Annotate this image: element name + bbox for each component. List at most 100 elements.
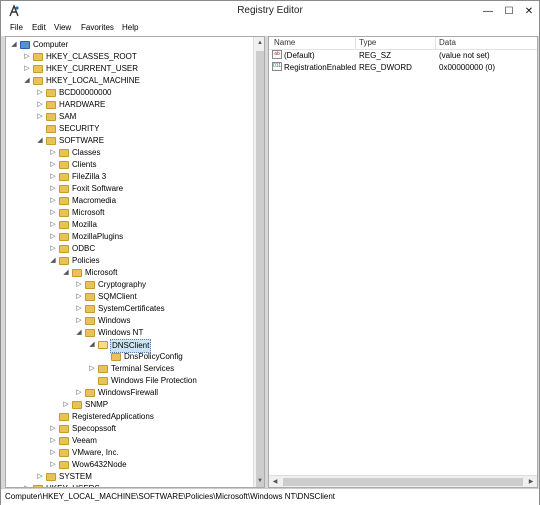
- tree-node[interactable]: ▷ SAM: [6, 111, 252, 123]
- collapse-arrow-icon[interactable]: ◢: [10, 39, 18, 51]
- expand-arrow-icon[interactable]: ▷: [75, 279, 83, 291]
- tree-node[interactable]: ▷ VMware, Inc.: [6, 447, 252, 459]
- expand-arrow-icon[interactable]: ▷: [75, 315, 83, 327]
- menu-file[interactable]: File: [10, 23, 23, 32]
- tree-node[interactable]: ▷ Veeam: [6, 435, 252, 447]
- maximize-button[interactable]: ☐: [499, 1, 519, 21]
- expand-arrow-icon[interactable]: ▷: [75, 387, 83, 399]
- tree-node-label: Cryptography: [98, 280, 147, 289]
- tree-node[interactable]: ▷ Macromedia: [6, 195, 252, 207]
- expand-arrow-icon[interactable]: ▷: [36, 87, 44, 99]
- expand-arrow-icon[interactable]: ▷: [36, 99, 44, 111]
- tree-node[interactable]: ◢ SOFTWARE: [6, 135, 252, 147]
- menu-view[interactable]: View: [54, 23, 71, 32]
- value-row-registrationenabled[interactable]: 011 RegistrationEnabled REG_DWORD 0x0000…: [269, 62, 537, 74]
- collapse-arrow-icon[interactable]: ◢: [23, 75, 31, 87]
- expand-arrow-icon[interactable]: ▷: [49, 159, 57, 171]
- tree-node[interactable]: ◢ Policies: [6, 255, 252, 267]
- tree-node[interactable]: ▷ MozillaPlugins: [6, 231, 252, 243]
- tree-node[interactable]: ▷ Clients: [6, 159, 252, 171]
- tree-node[interactable]: ▷ Classes: [6, 147, 252, 159]
- list-horizontal-scrollbar[interactable]: ◀ ▶: [269, 475, 537, 487]
- tree-node[interactable]: DnsPolicyConfig: [6, 351, 252, 363]
- collapse-arrow-icon[interactable]: ◢: [88, 339, 96, 351]
- expand-arrow-icon[interactable]: ▷: [36, 471, 44, 483]
- minimize-button[interactable]: —: [478, 1, 498, 21]
- tree-node[interactable]: Windows File Protection: [6, 375, 252, 387]
- close-button[interactable]: ✕: [519, 1, 539, 21]
- collapse-arrow-icon[interactable]: ◢: [49, 255, 57, 267]
- tree-node[interactable]: ▷ Windows: [6, 315, 252, 327]
- menu-help[interactable]: Help: [122, 23, 138, 32]
- list-header: Name Type Data: [269, 37, 537, 50]
- expand-arrow-icon[interactable]: ▷: [75, 303, 83, 315]
- tree-node[interactable]: ◢ Windows NT: [6, 327, 252, 339]
- menu-edit[interactable]: Edit: [32, 23, 46, 32]
- expand-arrow-icon[interactable]: ▷: [49, 435, 57, 447]
- tree-node[interactable]: ▷ Cryptography: [6, 279, 252, 291]
- registry-editor-window: Registry Editor — ☐ ✕ File Edit View Fav…: [0, 0, 540, 505]
- expand-arrow-icon[interactable]: ▷: [88, 363, 96, 375]
- tree-node[interactable]: ▷ Mozilla: [6, 219, 252, 231]
- expand-arrow-icon[interactable]: ▷: [49, 447, 57, 459]
- menu-favorites[interactable]: Favorites: [81, 23, 114, 32]
- expand-arrow-icon[interactable]: ▷: [49, 459, 57, 471]
- tree-node[interactable]: ◢ Microsoft: [6, 267, 252, 279]
- expand-arrow-icon[interactable]: ▷: [49, 183, 57, 195]
- scroll-thumb[interactable]: [256, 51, 264, 487]
- tree-vertical-scrollbar[interactable]: ▲ ▼: [253, 37, 264, 487]
- tree-node[interactable]: ▷ Foxit Software: [6, 183, 252, 195]
- tree-node[interactable]: ▷ BCD00000000: [6, 87, 252, 99]
- column-header-name[interactable]: Name: [274, 38, 295, 47]
- tree-node[interactable]: SECURITY: [6, 123, 252, 135]
- tree-node[interactable]: ▷ Wow6432Node: [6, 459, 252, 471]
- tree-node[interactable]: ▷ Specopssoft: [6, 423, 252, 435]
- tree-node[interactable]: ▷ SystemCertificates: [6, 303, 252, 315]
- values-list-pane[interactable]: Name Type Data ab (Default) REG_SZ (valu…: [268, 36, 538, 488]
- tree-node[interactable]: ▷ SNMP: [6, 399, 252, 411]
- tree-node[interactable]: ◢ HKEY_LOCAL_MACHINE: [6, 75, 252, 87]
- tree-node[interactable]: ▷ Terminal Services: [6, 363, 252, 375]
- expand-arrow-icon[interactable]: ▷: [49, 207, 57, 219]
- scroll-up-arrow-icon[interactable]: ▲: [254, 37, 264, 49]
- column-header-type[interactable]: Type: [359, 38, 376, 47]
- scroll-left-arrow-icon[interactable]: ◀: [269, 476, 281, 487]
- tree-node[interactable]: ▷ HKEY_CLASSES_ROOT: [6, 51, 252, 63]
- collapse-arrow-icon[interactable]: ◢: [75, 327, 83, 339]
- collapse-arrow-icon[interactable]: ◢: [62, 267, 70, 279]
- tree-node[interactable]: ▷ SQMClient: [6, 291, 252, 303]
- expand-arrow-icon[interactable]: ▷: [62, 399, 70, 411]
- scroll-right-arrow-icon[interactable]: ▶: [525, 476, 537, 487]
- tree-node[interactable]: ▷ HKEY_CURRENT_USER: [6, 63, 252, 75]
- expand-arrow-icon[interactable]: ▷: [49, 147, 57, 159]
- key-tree-pane[interactable]: ◢ Computer ▷ HKEY_CLASSES_ROOT ▷ HKEY_CURRENT…: [5, 36, 265, 488]
- value-row-default[interactable]: ab (Default) REG_SZ (value not set): [269, 50, 537, 62]
- tree-node[interactable]: ▷ FileZilla 3: [6, 171, 252, 183]
- expand-arrow-icon[interactable]: ▷: [75, 291, 83, 303]
- scroll-down-arrow-icon[interactable]: ▼: [254, 475, 264, 487]
- expand-arrow-icon[interactable]: ▷: [49, 171, 57, 183]
- tree-node[interactable]: ◢ Computer: [6, 39, 252, 51]
- tree-node[interactable]: ▷ ODBC: [6, 243, 252, 255]
- scroll-thumb[interactable]: [283, 478, 523, 486]
- expand-arrow-icon[interactable]: ▷: [23, 63, 31, 75]
- current-key-path: Computer\HKEY_LOCAL_MACHINE\SOFTWARE\Pol…: [5, 492, 336, 501]
- tree-node[interactable]: ▷ Microsoft: [6, 207, 252, 219]
- tree-node[interactable]: ▷ SYSTEM: [6, 471, 252, 483]
- tree-node[interactable]: ◢ DNSClient: [6, 339, 252, 353]
- expand-arrow-icon[interactable]: ▷: [49, 195, 57, 207]
- column-header-data[interactable]: Data: [439, 38, 456, 47]
- expand-arrow-icon[interactable]: ▷: [49, 231, 57, 243]
- expand-arrow-icon[interactable]: ▷: [49, 219, 57, 231]
- tree-node[interactable]: RegisteredApplications: [6, 411, 252, 423]
- column-divider[interactable]: [355, 37, 356, 49]
- expand-arrow-icon[interactable]: ▷: [49, 243, 57, 255]
- tree-node[interactable]: ▷ HARDWARE: [6, 99, 252, 111]
- expand-arrow-icon[interactable]: ▷: [23, 51, 31, 63]
- expand-arrow-icon[interactable]: ▷: [36, 111, 44, 123]
- title-bar: Registry Editor — ☐ ✕: [1, 1, 539, 21]
- tree-node[interactable]: ▷ WindowsFirewall: [6, 387, 252, 399]
- expand-arrow-icon[interactable]: ▷: [49, 423, 57, 435]
- column-divider[interactable]: [435, 37, 436, 49]
- collapse-arrow-icon[interactable]: ◢: [36, 135, 44, 147]
